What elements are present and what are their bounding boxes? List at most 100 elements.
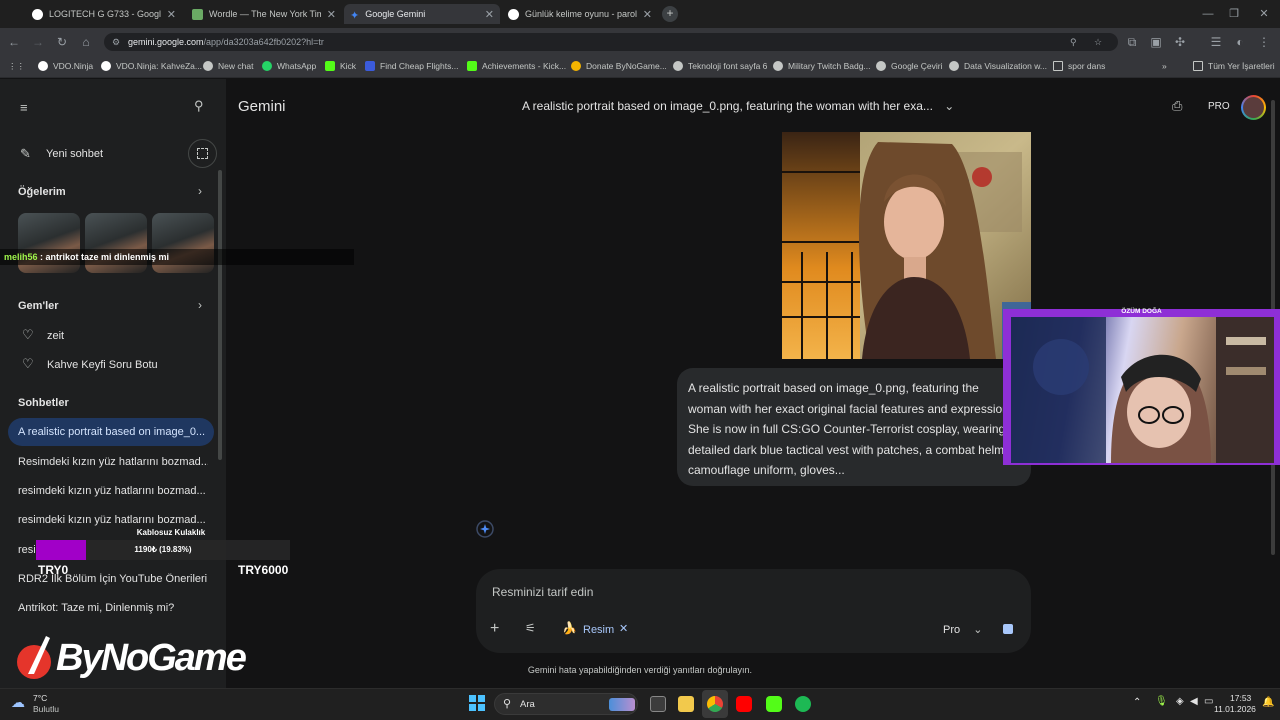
browser-tab[interactable]: Günlük kelime oyunu - parolla ✕ xyxy=(502,4,658,24)
menu-icon[interactable]: ⋮ xyxy=(1256,34,1272,50)
globe-icon xyxy=(949,61,959,71)
prompt-input[interactable]: Resminizi tarif edin xyxy=(492,585,593,599)
translate-icon[interactable]: ⧉ xyxy=(1124,34,1140,50)
bookmarks-overflow[interactable]: » xyxy=(1162,61,1167,71)
chat-item[interactable]: resimdeki kızın yüz hatlarını bozmad... xyxy=(18,514,208,526)
volume-icon[interactable]: ◀ xyxy=(1190,696,1198,707)
forward-icon[interactable]: → xyxy=(30,34,46,50)
chevron-right-icon[interactable]: › xyxy=(198,184,202,198)
notification-icon[interactable]: 🔔 xyxy=(1262,697,1274,708)
chat-item[interactable]: Antrikot: Taze mi, Dinlenmiş mi? xyxy=(18,602,208,614)
puzzle-icon[interactable]: ✣ xyxy=(1172,34,1188,50)
home-icon[interactable]: ⌂ xyxy=(78,34,94,50)
my-items-header[interactable]: Öğelerim xyxy=(18,186,66,198)
clock-time[interactable]: 17:53 xyxy=(1230,693,1251,703)
reload-icon[interactable]: ↻ xyxy=(54,34,70,50)
bookmark-folder[interactable]: spor dans xyxy=(1053,61,1105,71)
start-tile xyxy=(469,695,476,702)
hamburger-menu-icon[interactable]: ≡ xyxy=(20,100,28,115)
conversation-title[interactable]: A realistic portrait based on image_0.pn… xyxy=(522,99,954,113)
microphone-icon[interactable]: 🎙 xyxy=(1155,696,1168,707)
bookmark-item[interactable]: Teknoloji font sayfa 6 xyxy=(673,61,767,71)
bookmark-label: Data Visualization w... xyxy=(964,61,1047,71)
gem-item-zeit[interactable]: zeit xyxy=(47,330,64,342)
close-icon[interactable]: ✕ xyxy=(327,8,336,21)
gems-header[interactable]: Gem'ler xyxy=(18,300,59,312)
gemini-sparkle-icon: ✦ xyxy=(350,9,360,22)
remove-tool-icon[interactable]: ✕ xyxy=(619,622,628,635)
temporary-chat-button[interactable] xyxy=(188,139,217,168)
close-icon[interactable]: ✕ xyxy=(485,8,494,21)
clock-date[interactable]: 11.01.2026 xyxy=(1214,704,1256,714)
task-view-icon[interactable] xyxy=(650,696,666,712)
tab-search-icon[interactable]: ☰ xyxy=(1208,34,1224,50)
zoom-icon[interactable]: ⚲ xyxy=(1070,33,1077,51)
flights-icon xyxy=(365,61,375,71)
youtube-icon[interactable] xyxy=(736,696,752,712)
apps-icon[interactable]: ⋮⋮ xyxy=(8,61,25,72)
chat-item-active[interactable]: A realistic portrait based on image_0... xyxy=(8,418,214,446)
close-icon[interactable]: ✕ xyxy=(643,8,652,21)
model-selector[interactable]: Pro ⌄ xyxy=(943,623,982,636)
all-bookmarks[interactable]: Tüm Yer İşaretleri xyxy=(1193,61,1275,71)
taskbar-search[interactable]: ⚲ Ara xyxy=(494,693,638,715)
sidebar-scrollbar[interactable] xyxy=(218,170,222,460)
image-tool-chip[interactable]: Resim xyxy=(583,624,614,636)
chevron-right-icon[interactable]: › xyxy=(198,298,202,312)
battery-icon[interactable]: ▭ xyxy=(1204,696,1213,707)
bookmark-item[interactable]: VDO.Ninja xyxy=(38,61,93,71)
edit-icon[interactable]: ✎ xyxy=(20,146,31,162)
bookmark-item[interactable]: Find Cheap Flights... xyxy=(365,61,458,71)
restore-icon[interactable]: ❐ xyxy=(1220,0,1248,28)
extension-icon[interactable]: ▣ xyxy=(1148,34,1164,50)
spotify-icon[interactable] xyxy=(795,696,811,712)
windows-start-icon[interactable] xyxy=(469,695,485,711)
search-icon[interactable]: ⚲ xyxy=(194,98,204,114)
bookmark-item[interactable]: VDO.Ninja: KahveZa... xyxy=(101,61,202,71)
share-icon[interactable]: ⎙ xyxy=(1172,98,1182,114)
bookmark-label: New chat xyxy=(218,61,254,71)
minimize-icon[interactable]: — xyxy=(1194,0,1222,28)
bookmark-item[interactable]: Data Visualization w... xyxy=(949,61,1047,71)
address-bar[interactable]: ⚙ gemini.google.com/app/da3203a642fb0202… xyxy=(104,33,1118,51)
new-tab-button[interactable]: + xyxy=(662,6,678,22)
close-window-icon[interactable]: ✕ xyxy=(1250,0,1278,28)
uploaded-image[interactable] xyxy=(782,132,1031,359)
close-icon[interactable]: ✕ xyxy=(167,8,176,21)
weather-temp[interactable]: 7°C xyxy=(33,693,47,703)
bookmark-item[interactable]: Military Twitch Badg... xyxy=(773,61,871,71)
bookmark-item[interactable]: Achievements - Kick... xyxy=(467,61,566,71)
network-icon[interactable]: ◈ xyxy=(1176,696,1184,707)
weather-cloud-icon[interactable]: ☁ xyxy=(11,694,25,711)
chrome-icon xyxy=(707,696,723,712)
back-icon[interactable]: ← xyxy=(6,34,22,50)
chat-item[interactable]: Resimdeki kızın yüz hatlarını bozmad... xyxy=(18,456,208,468)
avatar[interactable] xyxy=(1241,95,1266,120)
stop-icon[interactable] xyxy=(1003,624,1013,634)
new-chat-button[interactable]: Yeni sohbet xyxy=(46,148,103,160)
webcam-name: ÖZÜM DOĞA xyxy=(1121,308,1162,315)
gem-item-coffee-bot[interactable]: Kahve Keyfi Soru Botu xyxy=(47,359,158,371)
add-icon[interactable]: + xyxy=(490,620,499,638)
tools-icon[interactable]: ⚟ xyxy=(525,621,536,635)
chevron-down-icon: ⌄ xyxy=(973,624,983,636)
kick-app-icon[interactable] xyxy=(766,696,782,712)
bookmark-item[interactable]: Google Çeviri xyxy=(876,61,943,71)
browser-tab[interactable]: LOGITECH G G733 - Google'da ✕ xyxy=(26,4,182,24)
browser-tab[interactable]: Wordle — The New York Times ✕ xyxy=(186,4,342,24)
bookmark-item[interactable]: WhatsApp xyxy=(262,61,316,71)
bookmark-item[interactable]: New chat xyxy=(203,61,253,71)
chat-item[interactable]: resimdeki kızın yüz hatlarını bozmad... xyxy=(18,485,208,497)
bookmark-item[interactable]: Kick xyxy=(325,61,356,71)
bookmark-star-icon[interactable]: ☆ xyxy=(1094,33,1102,51)
browser-tab-active[interactable]: ✦ Google Gemini ✕ xyxy=(344,4,500,24)
app-title[interactable]: Gemini xyxy=(238,98,286,115)
taskbar-active-app[interactable] xyxy=(702,690,728,718)
profile-icon[interactable]: ◐ xyxy=(1232,34,1248,50)
tray-overflow-icon[interactable]: ⌃ xyxy=(1133,697,1141,708)
portrait-photo xyxy=(782,132,1031,359)
file-explorer-icon[interactable] xyxy=(678,696,694,712)
chat-username: melih56 xyxy=(4,252,38,262)
site-info-icon[interactable]: ⚙ xyxy=(112,33,120,51)
bookmark-item[interactable]: Donate ByNoGame... xyxy=(571,61,667,71)
